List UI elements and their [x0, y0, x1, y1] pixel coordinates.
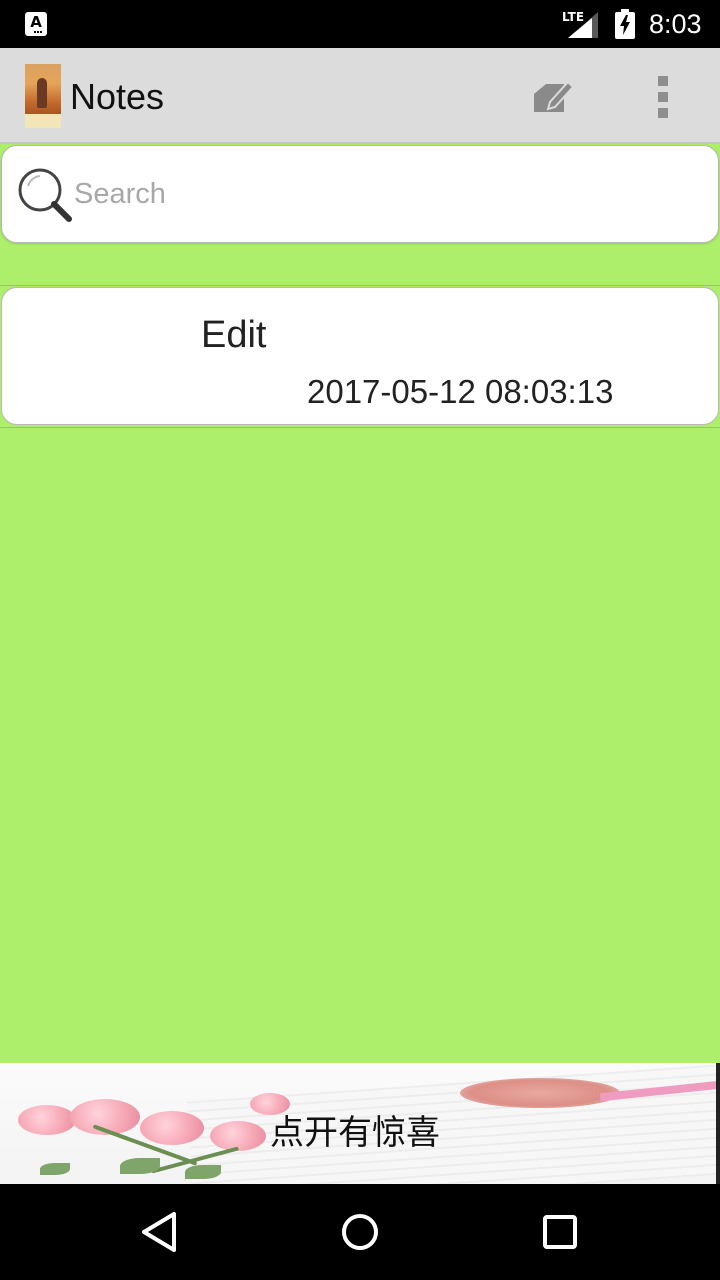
back-triangle-icon[interactable] — [138, 1210, 182, 1254]
clock: 8:03 — [649, 9, 702, 39]
divider — [0, 427, 720, 428]
system-nav-bar — [0, 1184, 720, 1280]
note-timestamp: 2017-05-12 08:03:13 — [307, 373, 614, 410]
note-list-item[interactable]: Edit 2017-05-12 08:03:13 — [1, 287, 719, 425]
signal-icon — [568, 12, 598, 38]
notification-letter: A — [30, 13, 42, 31]
accessibility-notification-icon: A — [25, 12, 47, 36]
compose-note-icon[interactable] — [526, 72, 576, 122]
ad-banner[interactable]: 点开有惊喜 — [0, 1063, 720, 1184]
app-title: Notes — [70, 76, 165, 117]
more-vert-icon[interactable] — [645, 72, 681, 122]
ad-banner-text: 点开有惊喜 — [270, 1113, 440, 1153]
app-logo — [25, 64, 61, 128]
search-input[interactable] — [74, 172, 694, 216]
teacup-image — [460, 1078, 620, 1108]
search-bar[interactable] — [1, 145, 719, 243]
home-circle-icon[interactable] — [338, 1210, 382, 1254]
recents-square-icon[interactable] — [538, 1210, 582, 1254]
divider — [0, 285, 720, 286]
note-title: Edit — [201, 314, 267, 356]
app-bar: Notes — [0, 48, 720, 144]
search-icon — [18, 168, 72, 222]
status-bar: A LTE 8:03 — [0, 0, 720, 48]
battery-charging-icon — [615, 9, 635, 39]
